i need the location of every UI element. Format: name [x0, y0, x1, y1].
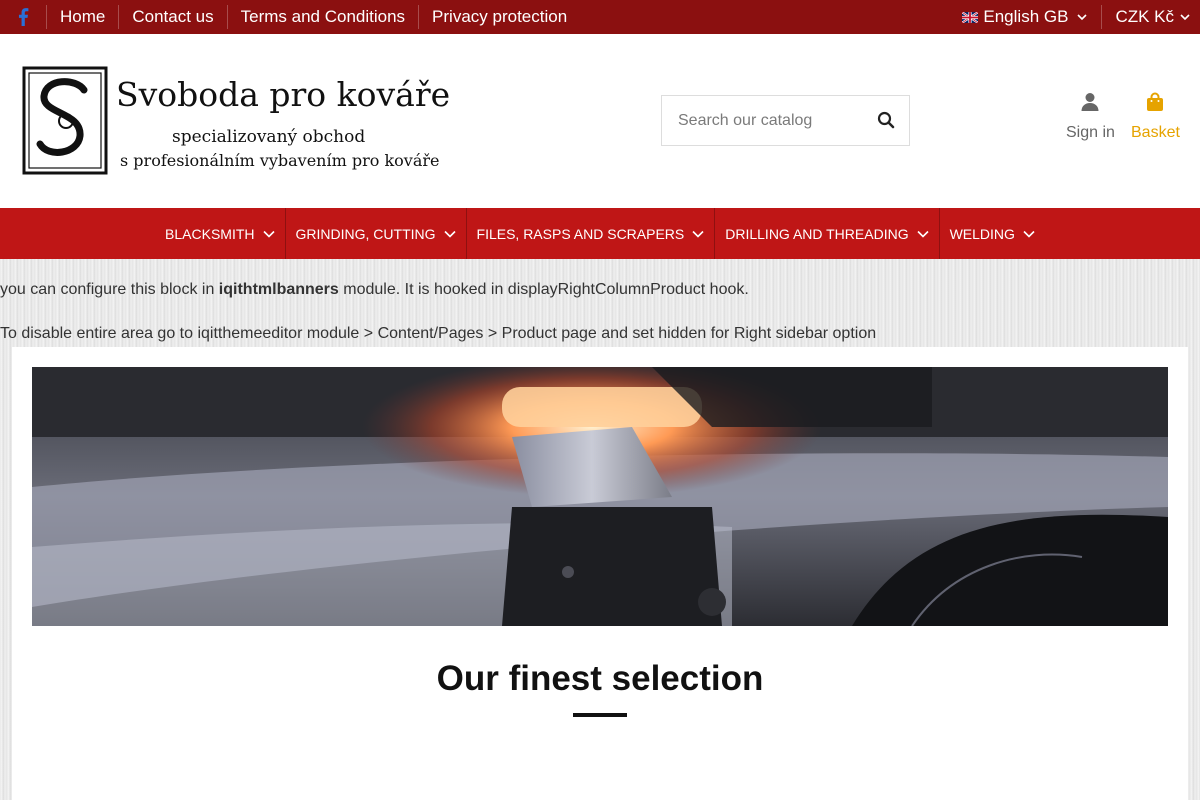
- sign-in-link[interactable]: Sign in: [1066, 92, 1115, 142]
- search-box: [661, 95, 910, 146]
- menu-item-label: FILES, RASPS AND SCRAPERS: [476, 225, 685, 242]
- content-panel: Our finest selection: [12, 347, 1188, 800]
- menu-item-label: WELDING: [949, 225, 1015, 242]
- nav-link-privacy[interactable]: Privacy protection: [419, 0, 580, 34]
- currency-label: CZK Kč: [1115, 7, 1174, 26]
- chevron-down-icon: [1180, 14, 1190, 21]
- section-title: Our finest selection: [436, 659, 764, 698]
- menu-item-grinding[interactable]: GRINDING, CUTTING: [284, 208, 466, 259]
- facebook-icon[interactable]: [0, 0, 46, 34]
- nav-link-contact[interactable]: Contact us: [119, 0, 226, 34]
- user-icon: [1081, 93, 1099, 111]
- chevron-down-icon: [1077, 14, 1088, 21]
- note-text: module. It is hooked in displayRightColu…: [338, 281, 749, 298]
- logo-line2: s profesionálním vybavením pro kováře: [120, 151, 440, 170]
- language-label: English GB: [983, 7, 1069, 26]
- menu-item-label: GRINDING, CUTTING: [295, 225, 436, 242]
- chevron-down-icon: [443, 230, 456, 238]
- sign-in-label: Sign in: [1066, 124, 1115, 141]
- note-text: you can configure this block in: [0, 281, 219, 298]
- logo-title: Svoboda pro kováře: [116, 75, 450, 114]
- store-logo[interactable]: Svoboda pro kováře specializovaný obchod…: [22, 66, 494, 176]
- logo-line1: specializovaný obchod: [172, 127, 365, 147]
- note-module-name: iqithtmlbanners: [218, 281, 339, 298]
- shopping-bag-icon: [1147, 92, 1164, 111]
- menu-item-label: BLACKSMITH: [165, 225, 255, 242]
- menu-item-label: DRILLING AND THREADING: [725, 225, 909, 242]
- chevron-down-icon: [262, 230, 275, 238]
- chevron-down-icon: [1023, 230, 1035, 238]
- uk-flag-icon: [962, 11, 979, 23]
- main-menu: BLACKSMITH GRINDING, CUTTING FILES, RASP…: [0, 208, 1200, 259]
- menu-item-drilling[interactable]: DRILLING AND THREADING: [714, 208, 938, 259]
- menu-item-blacksmith[interactable]: BLACKSMITH: [155, 208, 284, 259]
- top-bar: Home Contact us Terms and Conditions Pri…: [0, 0, 1200, 34]
- chevron-down-icon: [917, 230, 929, 238]
- menu-item-welding[interactable]: WELDING: [938, 208, 1045, 259]
- nav-link-home[interactable]: Home: [47, 0, 118, 34]
- basket-link[interactable]: Basket: [1131, 92, 1180, 142]
- header: Svoboda pro kováře specializovaný obchod…: [0, 34, 1200, 208]
- currency-selector[interactable]: CZK Kč: [1102, 7, 1200, 27]
- search-input[interactable]: [662, 111, 862, 130]
- language-selector[interactable]: English GB: [962, 7, 1101, 27]
- nav-link-terms[interactable]: Terms and Conditions: [228, 0, 418, 34]
- chevron-down-icon: [692, 230, 704, 238]
- search-icon[interactable]: [877, 111, 895, 129]
- title-underline: [573, 713, 627, 717]
- menu-item-files[interactable]: FILES, RASPS AND SCRAPERS: [465, 208, 715, 259]
- config-note: you can configure this block in iqithtml…: [0, 281, 749, 299]
- forge-banner-image[interactable]: [32, 367, 1168, 626]
- basket-label: Basket: [1131, 124, 1180, 141]
- disable-note: To disable entire area go to iqitthemeed…: [0, 325, 877, 342]
